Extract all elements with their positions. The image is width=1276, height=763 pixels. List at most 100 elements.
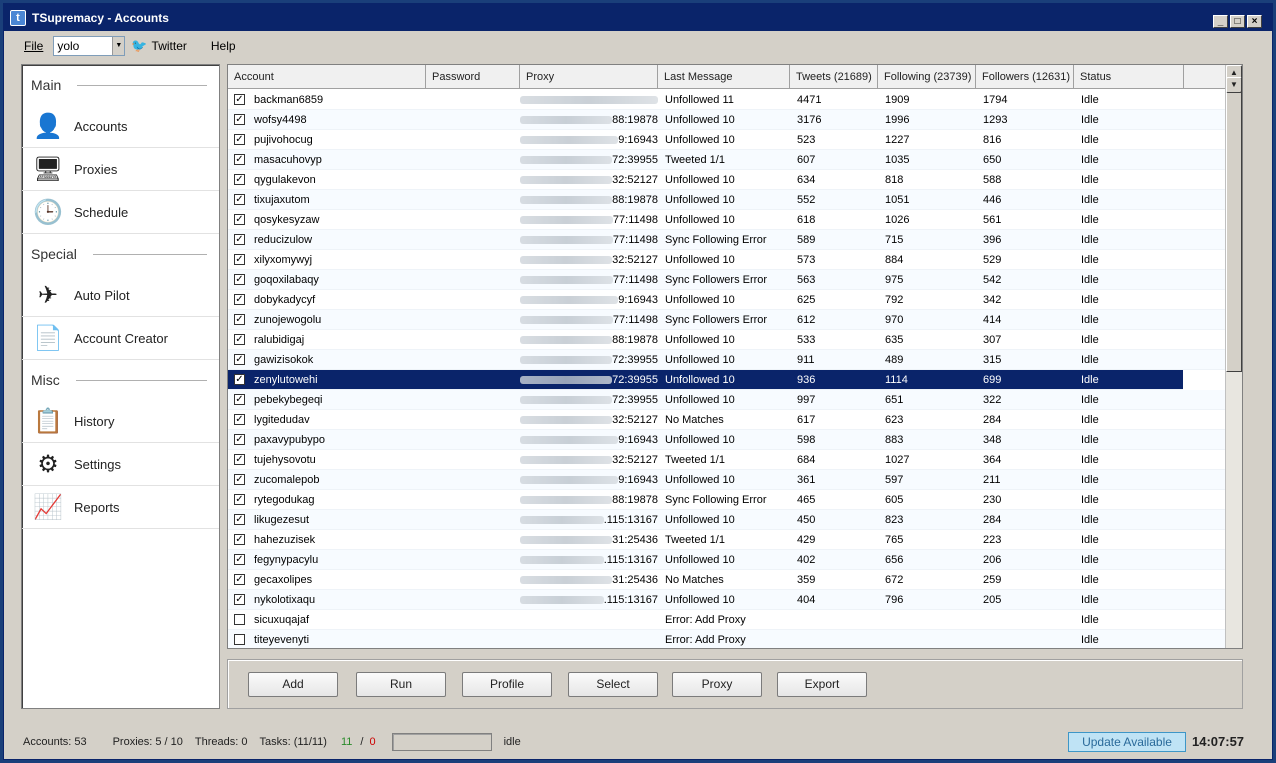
column-header-followers[interactable]: Followers (12631) [976, 65, 1074, 89]
row-checkbox[interactable]: ✓ [234, 174, 245, 185]
sidebar-item-history[interactable]: 📋 History [22, 400, 219, 443]
update-available-button[interactable]: Update Available [1068, 732, 1186, 752]
menu-help[interactable]: Help [203, 39, 244, 53]
profile-button[interactable]: Profile [462, 672, 552, 697]
table-row[interactable]: ✓ lygitedudav 32:52127 No Matches 617 623 284 I… [228, 410, 1228, 430]
row-checkbox[interactable]: ✓ [234, 194, 245, 205]
table-row[interactable]: titeyevenyti Error: Add Proxy Idle [228, 630, 1228, 648]
row-checkbox[interactable]: ✓ [234, 434, 245, 445]
account-name: ralubidigaj [254, 333, 305, 346]
table-row[interactable]: ✓ nykolotixaqu .115:13167 Unfollowed 10 404 7… [228, 590, 1228, 610]
table-row[interactable]: ✓ rytegodukag 88:19878 Sync Following Error… [228, 490, 1228, 510]
table-row[interactable]: ✓ qosykesyzaw 77:11498 Unfollowed 10 618 1026… [228, 210, 1228, 230]
menu-twitter[interactable]: Twitter [152, 39, 187, 53]
add-button[interactable]: Add [248, 672, 338, 697]
chevron-down-icon[interactable]: ▼ [112, 37, 125, 55]
cell-following: 715 [885, 233, 904, 246]
column-header-status[interactable]: Status [1074, 65, 1184, 89]
maximize-icon[interactable]: □ [1230, 15, 1245, 28]
table-row[interactable]: ✓ wofsy4498 88:19878 Unfollowed 10 3176 1996 1… [228, 110, 1228, 130]
table-row[interactable]: ✓ reducizulow 77:11498 Sync Following Error… [228, 230, 1228, 250]
sidebar-item-schedule[interactable]: 🕒 Schedule [22, 191, 219, 234]
column-header-account[interactable]: Account [228, 65, 426, 89]
select-button[interactable]: Select [568, 672, 658, 697]
table-row[interactable]: ✓ gawizisokok 72:39955 Unfollowed 10 911 489 3… [228, 350, 1228, 370]
table-row[interactable]: ✓ tujehysovotu 32:52127 Tweeted 1/1 684 1027 3… [228, 450, 1228, 470]
row-checkbox[interactable] [234, 634, 245, 645]
sidebar-item-account-creator[interactable]: 📄 Account Creator [22, 317, 219, 360]
row-checkbox[interactable]: ✓ [234, 474, 245, 485]
scroll-down-icon[interactable]: ▼ [1226, 77, 1242, 93]
sidebar-item-proxies[interactable]: 🖥 Proxies [22, 148, 219, 191]
cell-status: Idle [1081, 393, 1099, 406]
table-row[interactable]: ✓ zunojewogolu 77:11498 Sync Followers Erro… [228, 310, 1228, 330]
column-header-following[interactable]: Following (23739) [878, 65, 976, 89]
status-proxies: Proxies: 5 / 10 [112, 736, 183, 748]
table-row[interactable]: ✓ ralubidigaj 88:19878 Unfollowed 10 533 635 3… [228, 330, 1228, 350]
minimize-icon[interactable]: _ [1213, 15, 1228, 28]
row-checkbox[interactable]: ✓ [234, 574, 245, 585]
row-checkbox[interactable]: ✓ [234, 374, 245, 385]
row-checkbox[interactable]: ✓ [234, 114, 245, 125]
table-row[interactable]: ✓ pebekybegeqi 72:39955 Unfollowed 10 997 651… [228, 390, 1228, 410]
row-checkbox[interactable]: ✓ [234, 494, 245, 505]
row-checkbox[interactable]: ✓ [234, 274, 245, 285]
column-header-tweets[interactable]: Tweets (21689) [790, 65, 878, 89]
export-button[interactable]: Export [777, 672, 867, 697]
row-checkbox[interactable]: ✓ [234, 514, 245, 525]
table-row[interactable]: ✓ gecaxolipes 31:25436 No Matches 359 672 259 I… [228, 570, 1228, 590]
profile-select[interactable]: yolo ▼ [53, 36, 126, 56]
row-checkbox[interactable]: ✓ [234, 454, 245, 465]
row-checkbox[interactable]: ✓ [234, 294, 245, 305]
table-row[interactable]: ✓ pujivohocug 9:16943 Unfollowed 10 523 1227 8… [228, 130, 1228, 150]
table-row[interactable]: ✓ masacuhovyp 72:39955 Tweeted 1/1 607 1035 65… [228, 150, 1228, 170]
table-row[interactable]: ✓ hahezuzisek 31:25436 Tweeted 1/1 429 765 223… [228, 530, 1228, 550]
table-row[interactable]: ✓ dobykadycyf 9:16943 Unfollowed 10 625 792 34… [228, 290, 1228, 310]
row-checkbox[interactable]: ✓ [234, 534, 245, 545]
run-button[interactable]: Run [356, 672, 446, 697]
table-row[interactable]: ✓ backman6859 Unfollowed 11 4471 1909 1794 Idl… [228, 90, 1228, 110]
cell-tweets: 617 [797, 413, 816, 426]
row-checkbox[interactable]: ✓ [234, 134, 245, 145]
redacted-proxy [520, 235, 613, 244]
row-checkbox[interactable]: ✓ [234, 334, 245, 345]
table-row[interactable]: ✓ paxavypubypo 9:16943 Unfollowed 10 598 883 3… [228, 430, 1228, 450]
vertical-scrollbar[interactable]: ▲ ▼ [1225, 65, 1242, 648]
row-checkbox[interactable]: ✓ [234, 314, 245, 325]
cell-following: 818 [885, 173, 904, 186]
row-checkbox[interactable]: ✓ [234, 594, 245, 605]
table-row[interactable]: ✓ zenylutowehi 72:39955 Unfollowed 10 936 111… [228, 370, 1183, 390]
table-row[interactable]: ✓ qygulakevon 32:52127 Unfollowed 10 634 818 5… [228, 170, 1228, 190]
row-checkbox[interactable]: ✓ [234, 394, 245, 405]
column-header-password[interactable]: Password [426, 65, 520, 89]
row-checkbox[interactable]: ✓ [234, 94, 245, 105]
sidebar-item-reports[interactable]: 📈 Reports [22, 486, 219, 529]
row-checkbox[interactable]: ✓ [234, 254, 245, 265]
sidebar-item-auto-pilot[interactable]: ✈ Auto Pilot [22, 274, 219, 317]
table-row[interactable]: ✓ fegynypacylu .115:13167 Unfollowed 10 402 6… [228, 550, 1228, 570]
sidebar-item-settings[interactable]: ⚙ Settings [22, 443, 219, 486]
row-checkbox[interactable]: ✓ [234, 414, 245, 425]
cell-following: 796 [885, 593, 904, 606]
menu-file[interactable]: File [16, 39, 51, 53]
table-row[interactable]: sicuxuqajaf Error: Add Proxy Idle [228, 610, 1228, 630]
close-icon[interactable]: × [1247, 15, 1262, 28]
row-checkbox[interactable]: ✓ [234, 554, 245, 565]
title-bar[interactable]: t TSupremacy - Accounts _ □ × [4, 4, 1272, 31]
proxy-button[interactable]: Proxy [672, 672, 762, 697]
sidebar-item-accounts[interactable]: 👤 Accounts [22, 105, 219, 148]
column-header-last-message[interactable]: Last Message [658, 65, 790, 89]
row-checkbox[interactable]: ✓ [234, 154, 245, 165]
table-row[interactable]: ✓ tixujaxutom 88:19878 Unfollowed 10 552 1051… [228, 190, 1228, 210]
table-row[interactable]: ✓ goqoxilabaqy 77:11498 Sync Followers Erro… [228, 270, 1228, 290]
row-checkbox[interactable] [234, 614, 245, 625]
scroll-thumb[interactable] [1226, 82, 1242, 372]
table-row[interactable]: ✓ xilyxomywyj 32:52127 Unfollowed 10 573 884 5… [228, 250, 1228, 270]
row-checkbox[interactable]: ✓ [234, 214, 245, 225]
row-checkbox[interactable]: ✓ [234, 234, 245, 245]
row-checkbox[interactable]: ✓ [234, 354, 245, 365]
table-row[interactable]: ✓ likugezesut .115:13167 Unfollowed 10 450 82… [228, 510, 1228, 530]
table-row[interactable]: ✓ zucomalepob 9:16943 Unfollowed 10 361 597 21… [228, 470, 1228, 490]
column-header-proxy[interactable]: Proxy [520, 65, 658, 89]
cell-account: ✓ gawizisokok [228, 354, 426, 366]
